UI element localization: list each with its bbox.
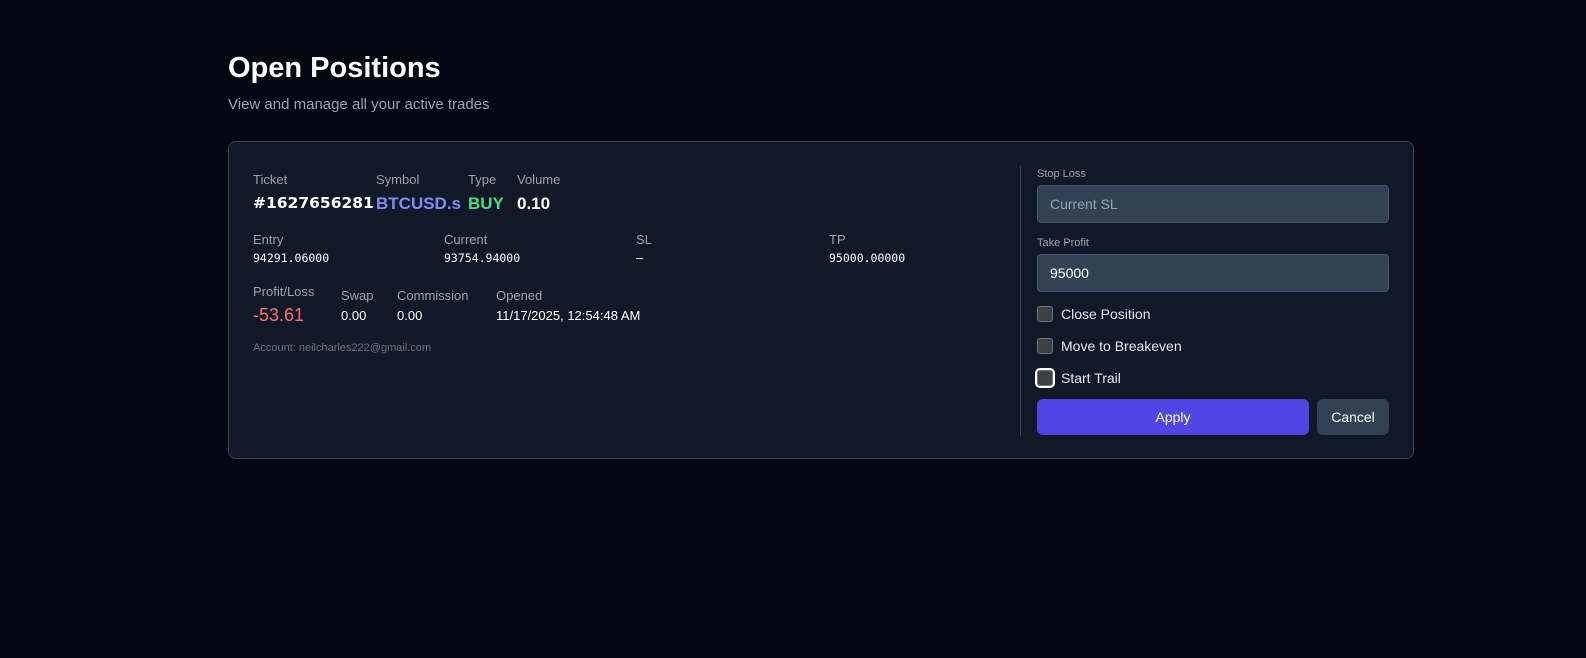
opened-label: Opened <box>496 288 543 303</box>
checkbox-box[interactable] <box>1035 368 1055 388</box>
tp-value: 95000.00000 <box>829 251 906 265</box>
commission-label: Commission <box>397 288 469 303</box>
type-value: BUY <box>468 194 504 213</box>
sl-value: – <box>636 251 643 265</box>
close-position-checkbox[interactable]: Close Position <box>1037 306 1151 322</box>
swap-label: Swap <box>341 288 374 303</box>
page-subtitle: View and manage all your active trades <box>228 96 490 113</box>
checkbox-box[interactable] <box>1037 338 1053 354</box>
take-profit-input[interactable] <box>1037 254 1389 292</box>
checkbox-box[interactable] <box>1037 306 1053 322</box>
take-profit-label: Take Profit <box>1037 237 1089 249</box>
pl-label: Profit/Loss <box>253 284 315 299</box>
symbol-value: BTCUSD.s <box>376 194 462 213</box>
ticket-value: #1627656281 <box>253 194 374 212</box>
commission-value: 0.00 <box>397 308 423 323</box>
sl-label: SL <box>636 232 652 247</box>
stop-loss-label: Stop Loss <box>1037 168 1086 180</box>
entry-value: 94291.06000 <box>253 251 330 265</box>
apply-button[interactable]: Apply <box>1037 399 1309 435</box>
start-trail-checkbox[interactable]: Start Trail <box>1035 368 1121 388</box>
volume-label: Volume <box>517 172 561 187</box>
stop-loss-input[interactable] <box>1037 185 1389 223</box>
volume-value: 0.10 <box>517 194 551 213</box>
start-trail-label: Start Trail <box>1061 370 1121 386</box>
opened-value: 11/17/2025, 12:54:48 AM <box>496 308 641 323</box>
close-position-label: Close Position <box>1061 306 1151 322</box>
pl-value: -53.61 <box>253 305 305 325</box>
move-to-breakeven-checkbox[interactable]: Move to Breakeven <box>1037 338 1182 354</box>
entry-label: Entry <box>253 232 284 247</box>
swap-value: 0.00 <box>341 308 367 323</box>
page-title: Open Positions <box>228 52 441 84</box>
ticket-label: Ticket <box>253 172 288 187</box>
symbol-label: Symbol <box>376 172 420 187</box>
move-to-breakeven-label: Move to Breakeven <box>1061 338 1182 354</box>
cancel-button[interactable]: Cancel <box>1317 399 1389 435</box>
divider <box>1020 166 1021 436</box>
account-email: Account: neilcharles222@gmail.com <box>253 342 432 354</box>
tp-label: TP <box>829 232 846 247</box>
position-card: Ticket #1627656281 Symbol BTCUSD.s Type … <box>228 141 1414 459</box>
current-label: Current <box>444 232 488 247</box>
current-value: 93754.94000 <box>444 251 521 265</box>
type-label: Type <box>468 172 497 187</box>
